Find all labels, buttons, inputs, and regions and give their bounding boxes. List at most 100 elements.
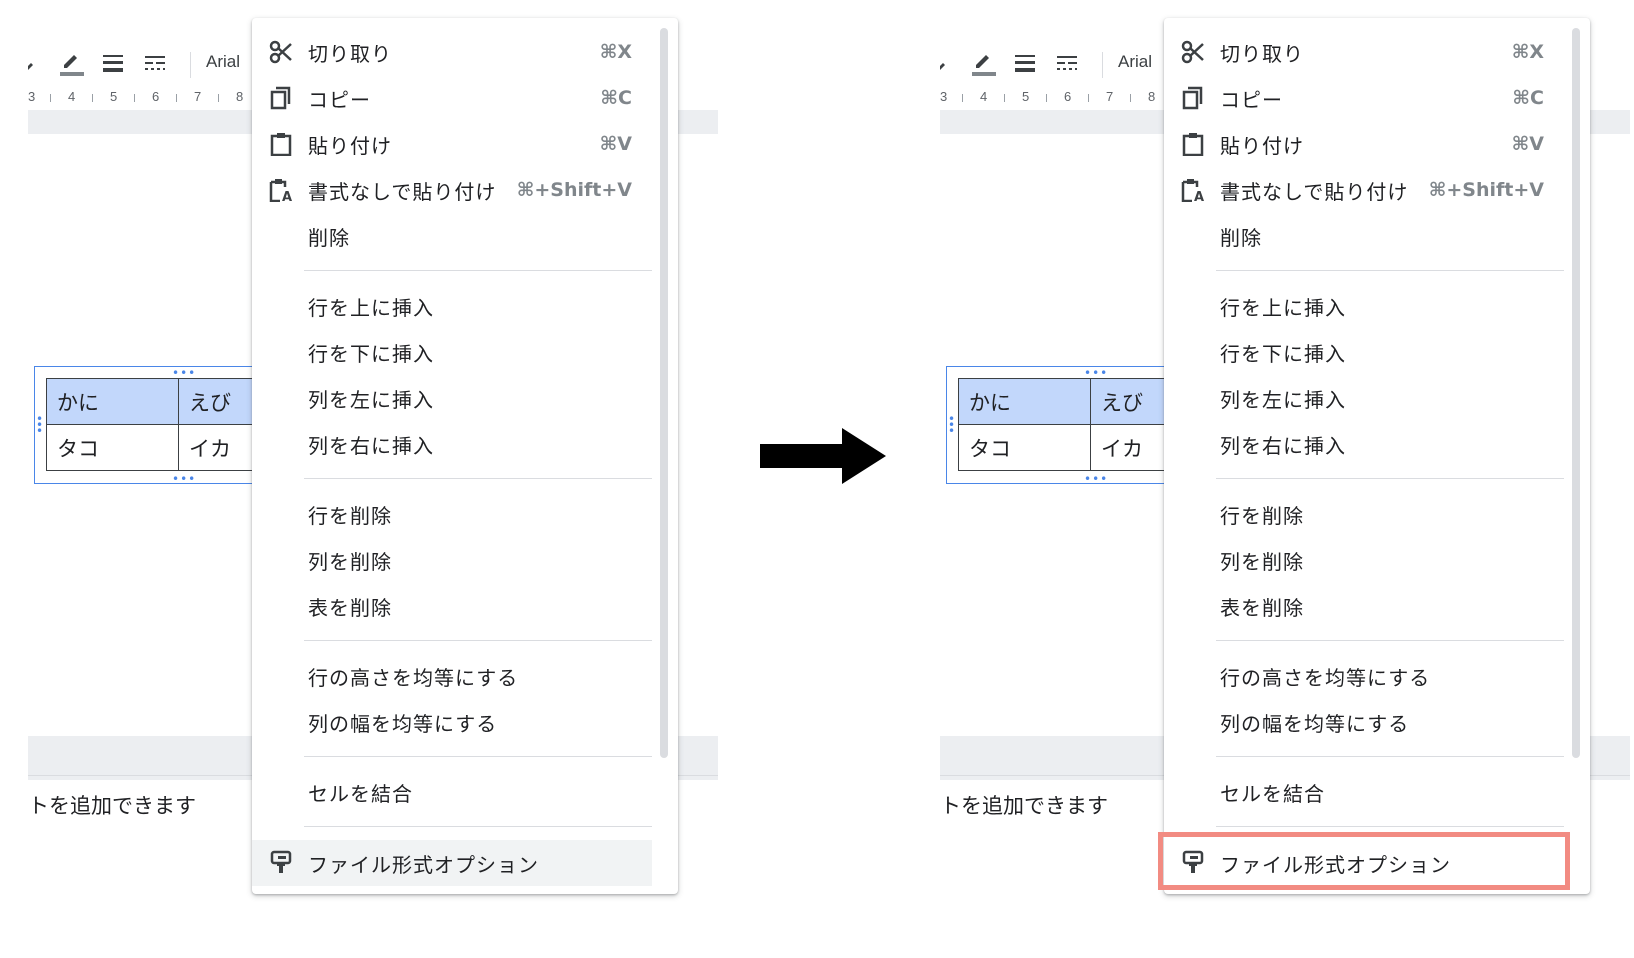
menu-item-insert-row-above[interactable]: 行を上に挿入 — [1164, 284, 1564, 328]
menu-item-shortcut: ⌘X — [599, 41, 632, 63]
menu-item-shortcut: ⌘+Shift+V — [516, 179, 632, 201]
ruler-number: 7 — [1106, 89, 1114, 104]
menu-item-label: 列を右に挿入 — [1220, 433, 1346, 458]
menu-separator — [1216, 270, 1564, 271]
menu-item-delete[interactable]: 削除 — [1164, 214, 1564, 258]
ruler-tick — [962, 94, 963, 102]
menu-item-label: 貼り付け — [1220, 133, 1304, 158]
after-panel: Arial 3 4 5 6 7 8 ••• ••• ••• かに えび タコ — [940, 0, 1634, 958]
menu-item-label: 行の高さを均等にする — [1220, 665, 1431, 690]
menu-item-insert-row-below[interactable]: 行を下に挿入 — [252, 330, 652, 374]
before-panel: Arial 3 4 5 6 7 8 ••• ••• ••• かに えび タコ — [28, 0, 728, 958]
resize-handle-bottom[interactable]: ••• — [172, 473, 196, 485]
menu-item-paste[interactable]: 貼り付け ⌘V — [1164, 122, 1564, 166]
menu-item-insert-col-left[interactable]: 列を左に挿入 — [1164, 376, 1564, 420]
menu-item-label: 列を削除 — [308, 549, 392, 574]
menu-item-cut[interactable]: 切り取り ⌘X — [1164, 30, 1564, 74]
ruler-number: 5 — [1022, 89, 1030, 104]
border-color-icon[interactable] — [58, 50, 84, 76]
border-width-icon[interactable] — [100, 50, 126, 76]
menu-item-paste-plain[interactable]: A 書式なしで貼り付け ⌘+Shift+V — [1164, 168, 1564, 212]
menu-item-merge-cells[interactable]: セルを結合 — [252, 770, 652, 814]
menu-item-shortcut: ⌘+Shift+V — [1428, 179, 1544, 201]
font-selector[interactable]: Arial — [1118, 52, 1152, 72]
menu-separator — [1216, 826, 1564, 827]
menu-item-copy[interactable]: コピー ⌘C — [252, 76, 652, 120]
menu-item-delete[interactable]: 削除 — [252, 214, 652, 258]
scissors-icon — [268, 39, 294, 65]
menu-item-shortcut: ⌘X — [1511, 41, 1544, 63]
menu-item-insert-col-right[interactable]: 列を右に挿入 — [252, 422, 652, 466]
document-text: トを追加できます — [28, 794, 196, 818]
menu-item-cut[interactable]: 切り取り ⌘X — [252, 30, 652, 74]
border-color-icon[interactable] — [970, 50, 996, 76]
ruler-tick — [134, 94, 135, 102]
menu-item-label: 行を下に挿入 — [1220, 341, 1346, 366]
ruler-number: 7 — [194, 89, 202, 104]
menu-item-label: 書式なしで貼り付け — [1220, 179, 1409, 204]
menu-item-distribute-rows[interactable]: 行の高さを均等にする — [1164, 654, 1564, 698]
resize-handle-top[interactable]: ••• — [172, 367, 196, 379]
menu-item-label: 行の高さを均等にする — [308, 665, 519, 690]
menu-item-delete-col[interactable]: 列を削除 — [252, 538, 652, 582]
resize-handle-top[interactable]: ••• — [1084, 367, 1108, 379]
table-cell[interactable]: タコ — [46, 424, 179, 471]
table-cell[interactable]: かに — [46, 378, 179, 425]
resize-handle-left[interactable]: • • • — [36, 413, 43, 437]
paste-plain-icon: A — [1180, 177, 1206, 203]
menu-item-label: 行を上に挿入 — [1220, 295, 1346, 320]
resize-handle-left[interactable]: • • • — [948, 413, 955, 437]
menu-item-delete-row[interactable]: 行を削除 — [1164, 492, 1564, 536]
menu-item-label: 表を削除 — [308, 595, 392, 620]
border-dash-icon[interactable] — [1054, 50, 1080, 76]
menu-item-paste-plain[interactable]: A 書式なしで貼り付け ⌘+Shift+V — [252, 168, 652, 212]
ruler-tick — [1046, 94, 1047, 102]
ruler-tick — [1004, 94, 1005, 102]
paste-plain-icon: A — [268, 177, 294, 203]
menu-item-label: 切り取り — [308, 41, 392, 66]
menu-item-copy[interactable]: コピー ⌘C — [1164, 76, 1564, 120]
menu-item-insert-row-below[interactable]: 行を下に挿入 — [1164, 330, 1564, 374]
menu-item-label: 列を右に挿入 — [308, 433, 434, 458]
menu-item-insert-row-above[interactable]: 行を上に挿入 — [252, 284, 652, 328]
menu-item-merge-cells[interactable]: セルを結合 — [1164, 770, 1564, 814]
menu-item-delete-table[interactable]: 表を削除 — [1164, 584, 1564, 628]
table-cell[interactable]: かに — [958, 378, 1091, 425]
menu-item-delete-row[interactable]: 行を削除 — [252, 492, 652, 536]
menu-separator — [1216, 640, 1564, 641]
menu-item-paste[interactable]: 貼り付け ⌘V — [252, 122, 652, 166]
toolbar-separator — [1102, 52, 1103, 78]
paint-format-icon[interactable] — [940, 50, 956, 76]
font-selector[interactable]: Arial — [206, 52, 240, 72]
menu-separator — [304, 270, 652, 271]
svg-text:A: A — [282, 190, 292, 202]
ruler-number: 8 — [236, 89, 244, 104]
menu-item-label: 切り取り — [1220, 41, 1304, 66]
scissors-icon — [1180, 39, 1206, 65]
paint-format-icon[interactable] — [28, 50, 44, 76]
menu-item-label: 列を左に挿入 — [1220, 387, 1346, 412]
resize-handle-bottom[interactable]: ••• — [1084, 473, 1108, 485]
border-dash-icon[interactable] — [142, 50, 168, 76]
table-cell[interactable]: タコ — [958, 424, 1091, 471]
border-width-icon[interactable] — [1012, 50, 1038, 76]
menu-item-insert-col-left[interactable]: 列を左に挿入 — [252, 376, 652, 420]
menu-item-distribute-cols[interactable]: 列の幅を均等にする — [252, 700, 652, 744]
menu-item-label: 行を上に挿入 — [308, 295, 434, 320]
menu-item-delete-table[interactable]: 表を削除 — [252, 584, 652, 628]
clipboard-icon — [268, 131, 294, 157]
menu-scrollbar[interactable] — [660, 28, 668, 758]
menu-item-distribute-rows[interactable]: 行の高さを均等にする — [252, 654, 652, 698]
menu-item-format-options[interactable]: ファイル形式オプション — [252, 840, 652, 886]
menu-item-delete-col[interactable]: 列を削除 — [1164, 538, 1564, 582]
ruler-number: 4 — [68, 89, 76, 104]
ruler-tick — [1088, 94, 1089, 102]
menu-item-distribute-cols[interactable]: 列の幅を均等にする — [1164, 700, 1564, 744]
menu-scrollbar[interactable] — [1572, 28, 1580, 758]
ruler-tick — [50, 94, 51, 102]
menu-item-insert-col-right[interactable]: 列を右に挿入 — [1164, 422, 1564, 466]
menu-item-label: 列の幅を均等にする — [308, 711, 498, 736]
menu-item-shortcut: ⌘V — [599, 133, 632, 155]
menu-item-label: 列を削除 — [1220, 549, 1304, 574]
menu-item-shortcut: ⌘C — [1512, 87, 1544, 109]
